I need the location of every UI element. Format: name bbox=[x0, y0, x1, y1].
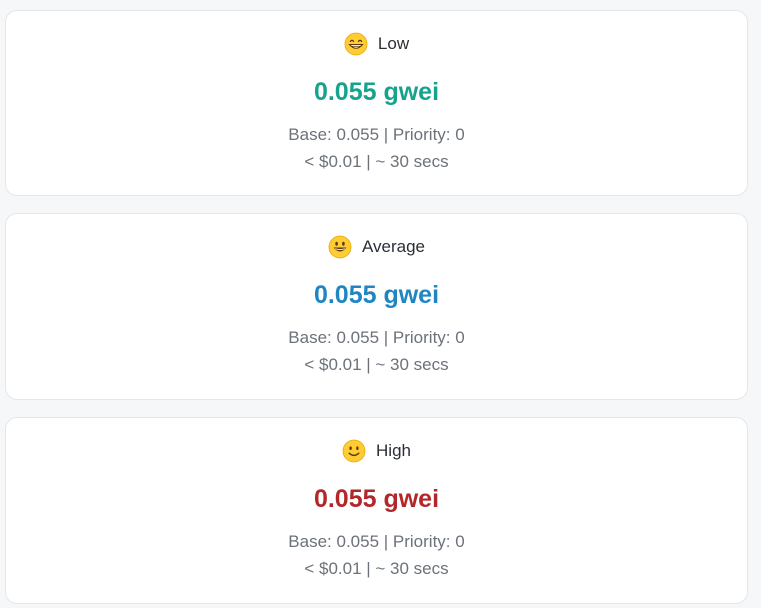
grinning-face-with-smiling-eyes-icon bbox=[344, 32, 368, 56]
cost-time-text: < $0.01 | ~ 30 secs bbox=[304, 559, 449, 578]
gas-tier-card-high: High 0.055 gwei Base: 0.055 | Priority: … bbox=[5, 417, 748, 604]
tier-label: Low bbox=[377, 34, 410, 53]
tier-header: Average bbox=[6, 234, 747, 260]
cost-time-text: < $0.01 | ~ 30 secs bbox=[304, 152, 449, 171]
grinning-face-icon bbox=[328, 235, 352, 259]
cost-time-text: < $0.01 | ~ 30 secs bbox=[304, 355, 449, 374]
base-priority-text: Base: 0.055 | Priority: 0 bbox=[288, 125, 465, 144]
tier-header: Low bbox=[6, 31, 747, 57]
base-priority-text: Base: 0.055 | Priority: 0 bbox=[288, 328, 465, 347]
gas-price: 0.055 gwei bbox=[313, 485, 440, 513]
tier-label: High bbox=[376, 441, 411, 460]
tier-label: Average bbox=[361, 237, 425, 256]
gas-tier-card-low: Low 0.055 gwei Base: 0.055 | Priority: 0… bbox=[5, 10, 748, 196]
slightly-smiling-face-icon bbox=[342, 439, 366, 463]
gas-price: 0.055 gwei bbox=[313, 281, 440, 309]
gas-price: 0.055 gwei bbox=[313, 78, 440, 106]
gas-tier-card-average: Average 0.055 gwei Base: 0.055 | Priorit… bbox=[5, 213, 748, 400]
base-priority-text: Base: 0.055 | Priority: 0 bbox=[288, 532, 465, 551]
tier-header: High bbox=[6, 438, 747, 464]
